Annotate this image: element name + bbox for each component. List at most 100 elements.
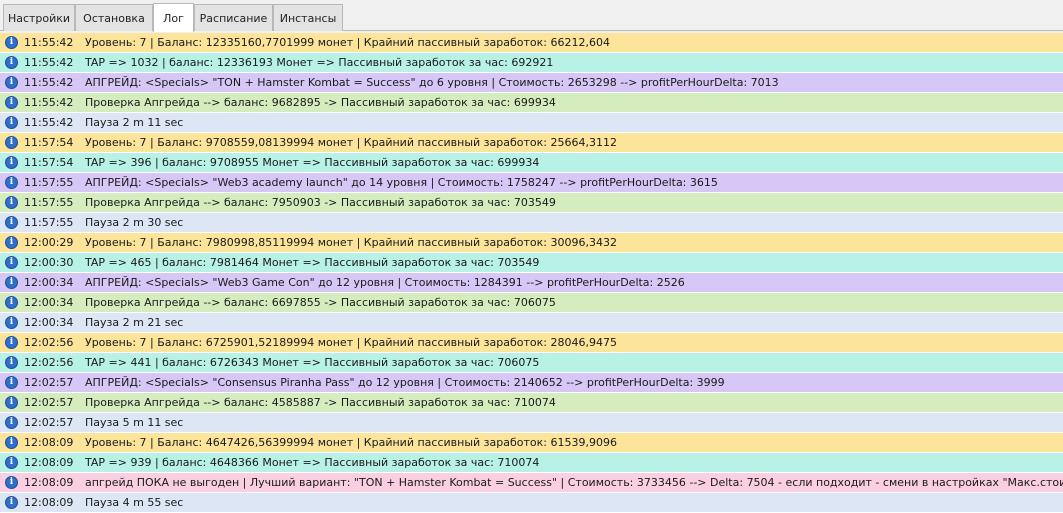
log-time: 11:57:54 bbox=[24, 156, 74, 169]
log-time: 12:00:29 bbox=[24, 236, 74, 249]
log-row[interactable]: i 12:02:56 TAP => 441 | баланс: 6726343 Мо… bbox=[0, 353, 1063, 373]
info-icon: i bbox=[5, 376, 18, 389]
log-list[interactable]: i 11:55:42 Уровень: 7 | Баланс: 12335160,7… bbox=[0, 33, 1063, 513]
info-icon: i bbox=[5, 196, 18, 209]
log-time: 12:02:56 bbox=[24, 356, 74, 369]
log-row[interactable]: i 12:02:57 Проверка Апгрейда --> баланс: 4… bbox=[0, 393, 1063, 413]
log-row[interactable]: i 12:08:09 TAP => 939 | баланс: 4648366 Мо… bbox=[0, 453, 1063, 473]
log-time: 12:02:56 bbox=[24, 336, 74, 349]
tab-settings[interactable]: Настройки bbox=[3, 4, 75, 31]
log-row[interactable]: i 11:57:55 АПГРЕЙД: <Specials> "Web3 acade… bbox=[0, 173, 1063, 193]
log-message: Пауза 2 m 21 sec bbox=[85, 316, 184, 329]
info-icon: i bbox=[5, 76, 18, 89]
log-time: 12:08:09 bbox=[24, 476, 74, 489]
log-time: 12:00:34 bbox=[24, 276, 74, 289]
log-message: АПГРЕЙД: <Specials> "Web3 academy launch… bbox=[85, 176, 718, 189]
log-row[interactable]: i 12:00:34 Проверка Апгрейда --> баланс: 6… bbox=[0, 293, 1063, 313]
tab-instances[interactable]: Инстансы bbox=[273, 4, 343, 31]
tab-stop[interactable]: Остановка bbox=[75, 4, 153, 31]
tab-bar: Настройки Остановка Лог Расписание Инста… bbox=[0, 0, 1063, 32]
log-message: Проверка Апгрейда --> баланс: 9682895 ->… bbox=[85, 96, 556, 109]
log-time: 11:55:42 bbox=[24, 56, 74, 69]
log-row[interactable]: i 12:02:57 Пауза 5 m 11 sec bbox=[0, 413, 1063, 433]
info-icon: i bbox=[5, 156, 18, 169]
log-message: АПГРЕЙД: <Specials> "Web3 Game Con" до 1… bbox=[85, 276, 685, 289]
log-row[interactable]: i 11:55:42 АПГРЕЙД: <Specials> "TON + Hams… bbox=[0, 73, 1063, 93]
log-time: 12:02:57 bbox=[24, 396, 74, 409]
log-message: Пауза 2 m 30 sec bbox=[85, 216, 184, 229]
log-message: TAP => 396 | баланс: 9708955 Монет => Па… bbox=[85, 156, 540, 169]
info-icon: i bbox=[5, 496, 18, 509]
info-icon: i bbox=[5, 36, 18, 49]
log-message: TAP => 441 | баланс: 6726343 Монет => Па… bbox=[85, 356, 540, 369]
log-message: TAP => 465 | баланс: 7981464 Монет => Па… bbox=[85, 256, 540, 269]
log-row[interactable]: i 11:55:42 TAP => 1032 | баланс: 12336193 … bbox=[0, 53, 1063, 73]
log-time: 11:55:42 bbox=[24, 96, 74, 109]
log-message: Уровень: 7 | Баланс: 12335160,7701999 мо… bbox=[85, 36, 610, 49]
info-icon: i bbox=[5, 476, 18, 489]
info-icon: i bbox=[5, 296, 18, 309]
log-time: 12:00:30 bbox=[24, 256, 74, 269]
log-row[interactable]: i 12:02:56 Уровень: 7 | Баланс: 6725901,52… bbox=[0, 333, 1063, 353]
log-time: 11:57:55 bbox=[24, 196, 74, 209]
log-time: 11:57:55 bbox=[24, 216, 74, 229]
log-time: 11:55:42 bbox=[24, 76, 74, 89]
info-icon: i bbox=[5, 356, 18, 369]
log-row[interactable]: i 11:57:54 TAP => 396 | баланс: 9708955 Мо… bbox=[0, 153, 1063, 173]
log-time: 12:02:57 bbox=[24, 416, 74, 429]
log-message: АПГРЕЙД: <Specials> "TON + Hamster Komba… bbox=[85, 76, 779, 89]
log-time: 12:02:57 bbox=[24, 376, 74, 389]
info-icon: i bbox=[5, 256, 18, 269]
info-icon: i bbox=[5, 96, 18, 109]
tab-schedule[interactable]: Расписание bbox=[194, 4, 273, 31]
log-message: Уровень: 7 | Баланс: 9708559,08139994 мо… bbox=[85, 136, 617, 149]
info-icon: i bbox=[5, 236, 18, 249]
info-icon: i bbox=[5, 136, 18, 149]
log-row[interactable]: i 12:00:34 АПГРЕЙД: <Specials> "Web3 Game … bbox=[0, 273, 1063, 293]
log-row[interactable]: i 12:00:30 TAP => 465 | баланс: 7981464 Мо… bbox=[0, 253, 1063, 273]
log-message: Уровень: 7 | Баланс: 7980998,85119994 мо… bbox=[85, 236, 617, 249]
log-message: Уровень: 7 | Баланс: 6725901,52189994 мо… bbox=[85, 336, 617, 349]
log-message: TAP => 1032 | баланс: 12336193 Монет => … bbox=[85, 56, 554, 69]
info-icon: i bbox=[5, 56, 18, 69]
log-row[interactable]: i 11:55:42 Пауза 2 m 11 sec bbox=[0, 113, 1063, 133]
info-icon: i bbox=[5, 176, 18, 189]
log-time: 11:57:54 bbox=[24, 136, 74, 149]
info-icon: i bbox=[5, 416, 18, 429]
log-message: Проверка Апгрейда --> баланс: 7950903 ->… bbox=[85, 196, 556, 209]
log-row[interactable]: i 11:57:55 Проверка Апгрейда --> баланс: 7… bbox=[0, 193, 1063, 213]
log-row[interactable]: i 12:08:09 апгрейд ПОКА не выгоден | Лучши… bbox=[0, 473, 1063, 493]
log-message: Пауза 5 m 11 sec bbox=[85, 416, 184, 429]
log-time: 11:55:42 bbox=[24, 116, 74, 129]
log-message: Уровень: 7 | Баланс: 4647426,56399994 мо… bbox=[85, 436, 617, 449]
log-message: Пауза 2 m 11 sec bbox=[85, 116, 184, 129]
info-icon: i bbox=[5, 216, 18, 229]
log-message: Пауза 4 m 55 sec bbox=[85, 496, 184, 509]
info-icon: i bbox=[5, 316, 18, 329]
log-row[interactable]: i 11:57:55 Пауза 2 m 30 sec bbox=[0, 213, 1063, 233]
log-time: 12:00:34 bbox=[24, 316, 74, 329]
log-time: 11:57:55 bbox=[24, 176, 74, 189]
info-icon: i bbox=[5, 456, 18, 469]
log-row[interactable]: i 12:08:09 Пауза 4 m 55 sec bbox=[0, 493, 1063, 513]
info-icon: i bbox=[5, 276, 18, 289]
log-row[interactable]: i 12:00:34 Пауза 2 m 21 sec bbox=[0, 313, 1063, 333]
info-icon: i bbox=[5, 116, 18, 129]
info-icon: i bbox=[5, 436, 18, 449]
log-message: апгрейд ПОКА не выгоден | Лучший вариант… bbox=[85, 476, 1063, 489]
log-message: Проверка Апгрейда --> баланс: 6697855 ->… bbox=[85, 296, 556, 309]
info-icon: i bbox=[5, 396, 18, 409]
log-row[interactable]: i 12:08:09 Уровень: 7 | Баланс: 4647426,56… bbox=[0, 433, 1063, 453]
log-row[interactable]: i 11:55:42 Уровень: 7 | Баланс: 12335160,7… bbox=[0, 33, 1063, 53]
log-time: 12:08:09 bbox=[24, 496, 74, 509]
tab-log[interactable]: Лог bbox=[153, 3, 194, 32]
log-time: 12:08:09 bbox=[24, 456, 74, 469]
info-icon: i bbox=[5, 336, 18, 349]
log-row[interactable]: i 12:02:57 АПГРЕЙД: <Specials> "Consensus … bbox=[0, 373, 1063, 393]
log-row[interactable]: i 11:57:54 Уровень: 7 | Баланс: 9708559,08… bbox=[0, 133, 1063, 153]
log-time: 12:00:34 bbox=[24, 296, 74, 309]
log-row[interactable]: i 12:00:29 Уровень: 7 | Баланс: 7980998,85… bbox=[0, 233, 1063, 253]
log-time: 11:55:42 bbox=[24, 36, 74, 49]
log-row[interactable]: i 11:55:42 Проверка Апгрейда --> баланс: 9… bbox=[0, 93, 1063, 113]
log-message: Проверка Апгрейда --> баланс: 4585887 ->… bbox=[85, 396, 556, 409]
